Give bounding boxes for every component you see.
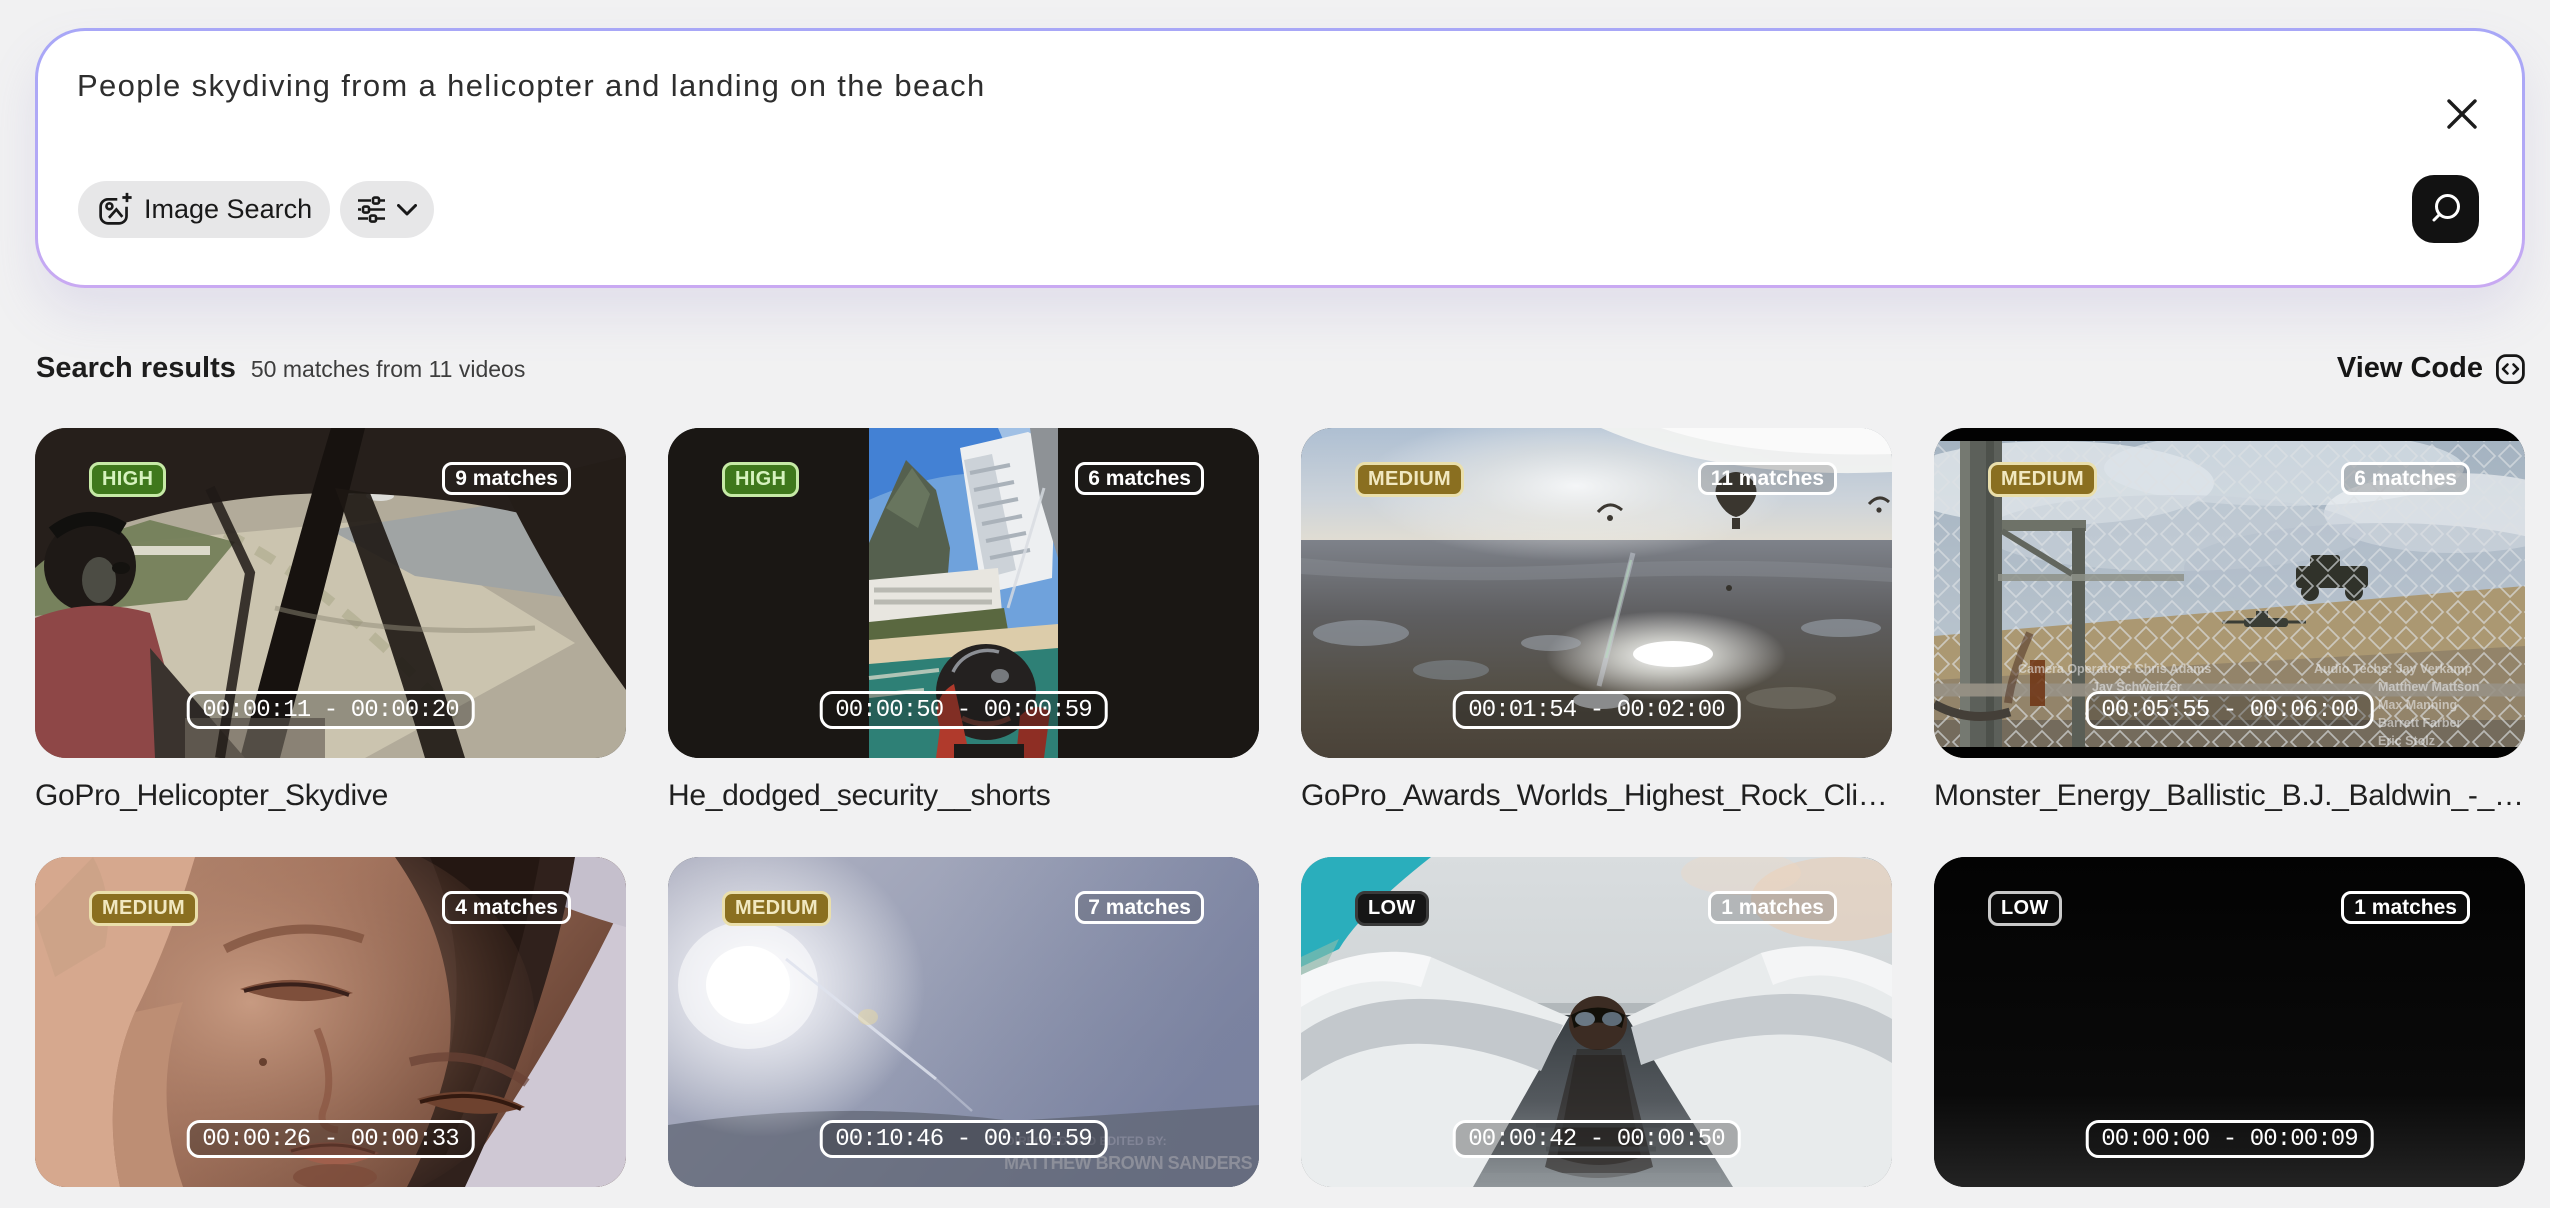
svg-text:Max Manning: Max Manning (2378, 698, 2457, 712)
svg-text:Camera Operators: Chris Adams: Camera Operators: Chris Adams (2018, 662, 2211, 676)
svg-text:Eric Stolz: Eric Stolz (2378, 734, 2435, 748)
svg-text:Barrett Farber: Barrett Farber (2378, 716, 2461, 730)
svg-text:Matthew Mattson: Matthew Mattson (2378, 680, 2479, 694)
svg-text:Audio Techs: Jay Verkamp: Audio Techs: Jay Verkamp (2314, 662, 2473, 676)
